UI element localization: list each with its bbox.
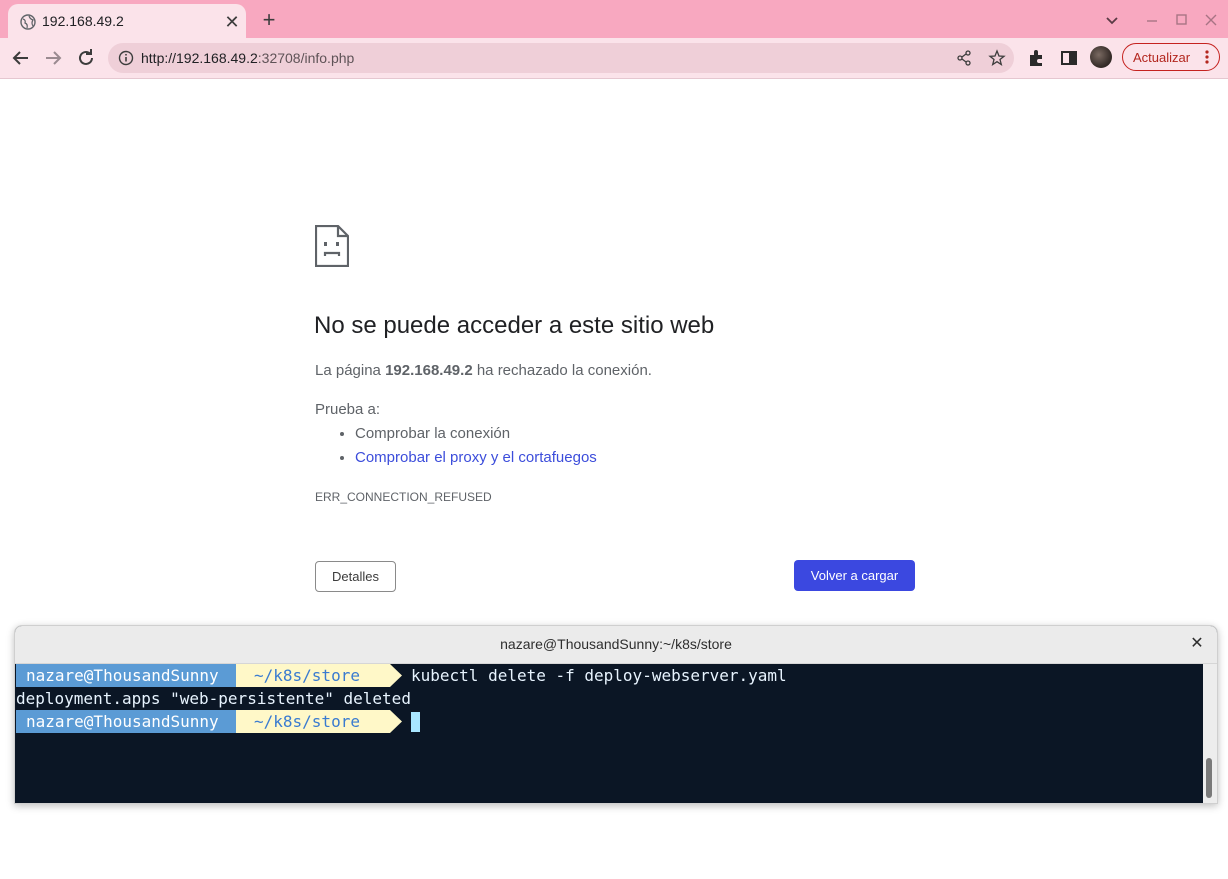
terminal-window[interactable]: nazare@ThousandSunny:~/k8s/store ✕ nazar…: [14, 625, 1218, 804]
tab-close-icon[interactable]: ✕: [222, 12, 242, 32]
back-icon[interactable]: [9, 46, 33, 70]
suggestion-item: Comprobar el proxy y el cortafuegos: [355, 448, 597, 472]
update-button-label: Actualizar: [1133, 50, 1191, 65]
terminal-cursor: [411, 712, 420, 732]
error-description: La página 192.168.49.2 ha rechazado la c…: [315, 362, 652, 379]
site-info-icon[interactable]: [118, 50, 134, 66]
error-description-prefix: La página: [315, 362, 386, 379]
url-host: http://192.168.49.2: [141, 50, 258, 66]
reload-button[interactable]: Volver a cargar: [794, 560, 915, 591]
suggestion-list: Comprobar la conexión Comprobar el proxy…: [315, 424, 597, 472]
extensions-icon[interactable]: [1025, 46, 1049, 70]
suggestion-item: Comprobar la conexión: [355, 424, 597, 448]
url-text: http://192.168.49.2:32708/info.php: [141, 50, 354, 66]
side-panel-icon[interactable]: [1057, 46, 1081, 70]
close-window-icon[interactable]: [1201, 10, 1221, 30]
sad-page-icon: [315, 225, 349, 267]
more-menu-icon[interactable]: [1201, 48, 1213, 66]
tab-strip: 192.168.49.2 ✕ +: [0, 0, 1228, 40]
terminal-command: kubectl delete -f deploy-webserver.yaml: [411, 666, 787, 685]
prompt-user: nazare@ThousandSunny: [16, 710, 236, 733]
reload-icon[interactable]: [74, 46, 98, 70]
new-tab-icon[interactable]: +: [256, 8, 282, 34]
minimize-icon[interactable]: [1142, 10, 1162, 30]
update-button[interactable]: Actualizar: [1122, 43, 1220, 71]
terminal-line: nazare@ThousandSunny ~/k8s/store kubectl…: [16, 664, 1204, 687]
prompt-arrow-icon: [390, 710, 402, 733]
error-title: No se puede acceder a este sitio web: [314, 312, 715, 339]
terminal-output: deployment.apps "web-persistente" delete…: [16, 689, 411, 708]
tab-title: 192.168.49.2: [42, 13, 124, 29]
globe-icon: [20, 14, 36, 30]
terminal-scroll-thumb[interactable]: [1206, 758, 1212, 798]
terminal-title: nazare@ThousandSunny:~/k8s/store: [500, 636, 732, 652]
terminal-scrollbar[interactable]: [1203, 664, 1217, 803]
bookmark-star-icon[interactable]: [988, 49, 1006, 67]
proxy-firewall-link[interactable]: Comprobar el proxy y el cortafuegos: [355, 449, 597, 466]
error-host: 192.168.49.2: [385, 362, 473, 379]
tab-search-chevron-icon[interactable]: [1102, 10, 1122, 30]
prompt-path: ~/k8s/store: [236, 664, 390, 687]
prompt-user: nazare@ThousandSunny: [16, 664, 236, 687]
terminal-line: nazare@ThousandSunny ~/k8s/store: [16, 710, 1204, 733]
prompt-arrow-icon: [390, 664, 402, 687]
browser-toolbar: http://192.168.49.2:32708/info.php Actua…: [0, 38, 1228, 79]
browser-tab[interactable]: 192.168.49.2 ✕: [8, 4, 246, 40]
profile-avatar[interactable]: [1090, 46, 1112, 68]
try-label: Prueba a:: [315, 401, 381, 418]
url-path: :32708/info.php: [257, 50, 355, 66]
share-icon[interactable]: [956, 50, 972, 66]
prompt-path: ~/k8s/store: [236, 710, 390, 733]
terminal-titlebar[interactable]: nazare@ThousandSunny:~/k8s/store ✕: [15, 626, 1217, 664]
terminal-body[interactable]: nazare@ThousandSunny ~/k8s/store kubectl…: [15, 664, 1203, 803]
details-button[interactable]: Detalles: [315, 561, 396, 592]
error-description-suffix: ha rechazado la conexión.: [472, 362, 652, 379]
forward-icon[interactable]: [41, 46, 65, 70]
error-code: ERR_CONNECTION_REFUSED: [315, 490, 492, 504]
maximize-icon[interactable]: [1172, 10, 1192, 30]
terminal-close-icon[interactable]: ✕: [1187, 634, 1207, 654]
address-bar[interactable]: http://192.168.49.2:32708/info.php: [108, 43, 1014, 73]
